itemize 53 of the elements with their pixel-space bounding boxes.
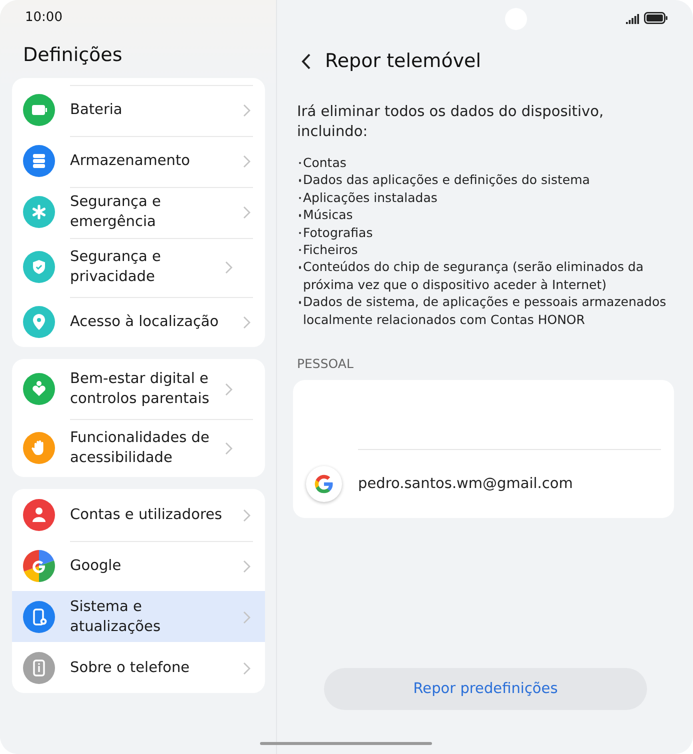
chevron-right-icon [243, 316, 251, 328]
chevron-right-icon [243, 508, 251, 522]
settings-item-label: Segurança e privacidade [70, 248, 162, 287]
chevron-right-icon [243, 154, 251, 168]
account-email: pedro.santos.wm@gmail.com [358, 476, 573, 492]
chevron-right-icon [225, 260, 233, 274]
settings-title: Definições [23, 44, 124, 68]
settings-item[interactable]: Bateria [12, 84, 265, 135]
settings-item[interactable]: Armazenamento [12, 135, 265, 186]
chevron-right-icon [225, 442, 233, 454]
section-header: PESSOAL [297, 356, 354, 372]
intro-text: Irá eliminar todos os dados do dispositivo, incluindo: [297, 103, 605, 142]
settings-item[interactable]: Sistema e atualizações [12, 591, 265, 642]
back-icon[interactable] [301, 52, 311, 70]
settings-item[interactable]: Segurança e emergência [12, 186, 265, 237]
chevron-right-icon [243, 104, 251, 116]
settings-item[interactable]: Segurança e privacidade [12, 237, 265, 296]
settings-item-label: Sistema e atualizações [70, 598, 162, 637]
settings-item-label: Contas e utilizadores [70, 506, 224, 525]
chevron-right-icon [243, 610, 251, 624]
bullet-text: Conteúdos do chip de segurança (serão eliminados da próxima vez que o dispositivo aceder à Internet) [303, 258, 645, 294]
reset-button[interactable]: Repor predefinições [324, 668, 647, 710]
chevron-right-icon [243, 206, 251, 218]
signal-icon [626, 13, 640, 24]
settings-item-label: Google [70, 557, 122, 576]
bullet-text: Contas [303, 154, 348, 172]
chevron-right-icon [243, 560, 251, 572]
bullet-text: Dados das aplicações e definições do sistema [303, 171, 591, 189]
settings-item-label: Segurança e emergência [70, 193, 162, 232]
settings-item[interactable]: Google [12, 540, 265, 591]
settings-item[interactable]: Bem-estar digital e controlos parentais [12, 359, 265, 418]
bullet-text: Fotografias [303, 224, 374, 242]
status-time: 10:00 [25, 10, 64, 27]
bullet-text: Aplicações instaladas [303, 188, 438, 206]
bullet-text: Músicas [303, 206, 354, 224]
bullet-text: Ficheiros [303, 241, 359, 258]
settings-item-label: Bateria [70, 101, 124, 120]
settings-item-label: Sobre o telefone [70, 659, 191, 678]
page-title: Repor telemóvel [325, 50, 482, 72]
chevron-right-icon [243, 662, 251, 674]
settings-item-label: Bem-estar digital e controlos parentais [70, 370, 210, 409]
google-icon [23, 550, 55, 582]
settings-item[interactable]: Acesso à localização [12, 296, 265, 347]
settings-item-label: Acesso à localização [70, 313, 220, 332]
settings-item[interactable]: Contas e utilizadores [12, 489, 265, 540]
settings-item-label: Armazenamento [70, 152, 192, 171]
bullet-text: Dados de sistema, de aplicações e pessoais armazenados localmente relacionados com Contas HONOR [303, 293, 668, 328]
chevron-right-icon [225, 382, 233, 396]
google-icon [306, 466, 342, 502]
settings-item[interactable]: Funcionalidades de acessibilidade [12, 418, 265, 477]
settings-item-label: Funcionalidades de acessibilidade [70, 429, 210, 468]
settings-item[interactable]: Sobre o telefone [12, 642, 265, 693]
battery-icon [644, 12, 668, 24]
